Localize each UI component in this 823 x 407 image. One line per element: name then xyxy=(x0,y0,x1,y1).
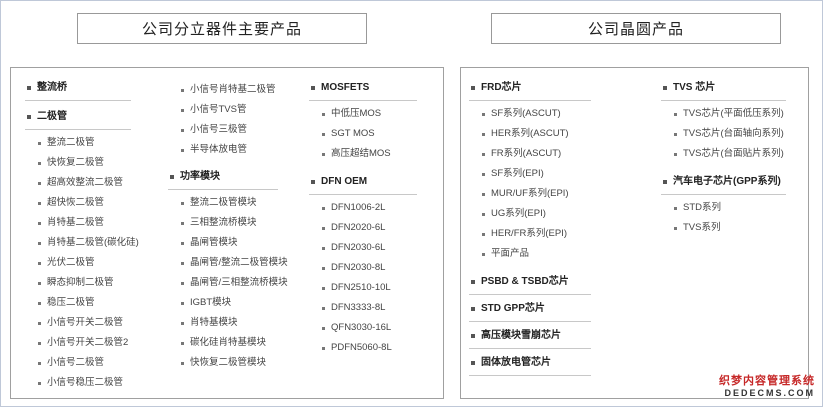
list-item[interactable]: 整流二极管模块 xyxy=(168,193,308,213)
heading-tss-chip[interactable]: 固体放电管芯片 xyxy=(469,355,659,376)
automotive-chip-list: STD系列 TVS系列 xyxy=(661,198,807,238)
list-item[interactable]: 快恢复二极管模块 xyxy=(168,353,308,373)
list-item[interactable]: 小信号开关二极管 xyxy=(25,313,175,333)
left-col-1: 整流桥 二极管 整流二极管 快恢复二极管 超高效整流二极管 超快恢二极管 肖特基二极管肖… xyxy=(25,80,175,393)
heading-dfn-oem[interactable]: DFN OEM xyxy=(309,174,439,195)
list-item[interactable]: HER/FR系列(EPI) xyxy=(469,224,659,244)
watermark: 织梦内容管理系统 DEDECMS.COM xyxy=(719,375,815,399)
heading-power-module[interactable]: 功率模块 xyxy=(168,169,308,190)
list-item[interactable]: DFN2020-6L xyxy=(309,218,439,238)
heading-psbd-tsbd-chip[interactable]: PSBD & TSBD芯片 xyxy=(469,274,659,295)
list-item[interactable]: SF系列(ASCUT) xyxy=(469,104,659,124)
power-module-list: 整流二极管模块 三相整流桥模块 晶闸管模块 晶闸管/整流二极管模块 晶闸管/三相整流桥模… xyxy=(168,193,308,373)
discrete-devices-panel: 整流桥 二极管 整流二极管 快恢复二极管 超高效整流二极管 超快恢二极管 肖特基二极管肖… xyxy=(10,67,444,399)
list-item[interactable]: 肖特基二极管(碳化硅) xyxy=(25,233,175,253)
watermark-title: 织梦内容管理系统 xyxy=(719,375,815,387)
list-item[interactable]: 小信号稳压二极管 xyxy=(25,373,175,393)
list-item[interactable]: 中低压MOS xyxy=(309,104,439,124)
list-item[interactable]: 小信号肖特基二极管 xyxy=(168,80,308,100)
left-col-3: MOSFETS 中低压MOS SGT MOS 高压超结MOS DFN OEM DFN… xyxy=(309,80,439,358)
wafer-products-panel: FRD芯片 SF系列(ASCUT) HER系列(ASCUT) FR系列(ASCUT)… xyxy=(460,67,809,399)
list-item[interactable]: DFN2030-8L xyxy=(309,258,439,278)
list-item[interactable]: 小信号三极管 xyxy=(168,120,308,140)
list-item[interactable]: 晶闸管/三相整流桥模块 xyxy=(168,273,308,293)
list-item[interactable]: 小信号TVS管 xyxy=(168,100,308,120)
diode-list: 整流二极管 快恢复二极管 超高效整流二极管 超快恢二极管 肖特基二极管 肖特基二极管(碳化… xyxy=(25,133,175,393)
list-item[interactable]: 肖特基二极管 xyxy=(25,213,175,233)
list-item[interactable]: 肖特基模块 xyxy=(168,313,308,333)
list-item[interactable]: 平面产品 xyxy=(469,244,659,264)
heading-hv-module-chip[interactable]: 高压模块雪崩芯片 xyxy=(469,328,659,349)
heading-rectifier-bridge[interactable]: 整流桥 xyxy=(25,80,175,101)
list-item[interactable]: 瞬态抑制二极管 xyxy=(25,273,175,293)
list-item[interactable]: IGBT模块 xyxy=(168,293,308,313)
list-item[interactable]: MUR/UF系列(EPI) xyxy=(469,184,659,204)
list-item[interactable]: 晶闸管模块 xyxy=(168,233,308,253)
heading-automotive-chip[interactable]: 汽车电子芯片(GPP系列) xyxy=(661,174,807,195)
list-item[interactable]: QFN3030-16L xyxy=(309,318,439,338)
heading-mosfets[interactable]: MOSFETS xyxy=(309,80,439,101)
wafer-products-header: 公司晶圆产品 xyxy=(491,13,781,44)
list-item[interactable]: TVS系列 xyxy=(661,218,807,238)
frd-chip-list: SF系列(ASCUT) HER系列(ASCUT) FR系列(ASCUT) SF系列(E… xyxy=(469,104,659,264)
heading-diode[interactable]: 二极管 xyxy=(25,109,175,130)
small-signal-list: 小信号肖特基二极管 小信号TVS管 小信号三极管 半导体放电管 xyxy=(168,80,308,160)
list-item[interactable]: 整流二极管 xyxy=(25,133,175,153)
list-item[interactable]: HER系列(ASCUT) xyxy=(469,124,659,144)
list-item[interactable]: 碳化硅肖特基模块 xyxy=(168,333,308,353)
right-col-2: TVS 芯片 TVS芯片(平面低压系列) TVS芯片(台面轴向系列) TVS芯片(台… xyxy=(661,80,807,238)
list-item[interactable]: 晶闸管/整流二极管模块 xyxy=(168,253,308,273)
heading-frd-chip[interactable]: FRD芯片 xyxy=(469,80,659,101)
list-item[interactable]: UG系列(EPI) xyxy=(469,204,659,224)
list-item[interactable]: 超高效整流二极管 xyxy=(25,173,175,193)
list-item[interactable]: 光伏二极管 xyxy=(25,253,175,273)
list-item[interactable]: 小信号二极管 xyxy=(25,353,175,373)
list-item[interactable]: 三相整流桥模块 xyxy=(168,213,308,233)
list-item[interactable]: FR系列(ASCUT) xyxy=(469,144,659,164)
list-item[interactable]: 快恢复二极管 xyxy=(25,153,175,173)
left-col-2: 小信号肖特基二极管 小信号TVS管 小信号三极管 半导体放电管 功率模块 整流二极管模… xyxy=(168,80,308,373)
right-col-1: FRD芯片 SF系列(ASCUT) HER系列(ASCUT) FR系列(ASCUT)… xyxy=(469,80,659,376)
list-item[interactable]: PDFN5060-8L xyxy=(309,338,439,358)
watermark-url: DEDECMS.COM xyxy=(724,388,815,398)
list-item[interactable]: DFN2030-6L xyxy=(309,238,439,258)
dfn-list: DFN1006-2L DFN2020-6L DFN2030-6L DFN2030-8L… xyxy=(309,198,439,358)
list-item[interactable]: TVS芯片(平面低压系列) xyxy=(661,104,807,124)
heading-tvs-chip[interactable]: TVS 芯片 xyxy=(661,80,807,101)
list-item[interactable]: 小信号开关二极管2 xyxy=(25,333,175,353)
discrete-devices-header: 公司分立器件主要产品 xyxy=(77,13,367,44)
list-item[interactable]: 高压超结MOS xyxy=(309,144,439,164)
list-item[interactable]: 超快恢二极管 xyxy=(25,193,175,213)
list-item[interactable]: DFN1006-2L xyxy=(309,198,439,218)
list-item[interactable]: TVS芯片(台面贴片系列) xyxy=(661,144,807,164)
list-item[interactable]: TVS芯片(台面轴向系列) xyxy=(661,124,807,144)
tvs-chip-list: TVS芯片(平面低压系列) TVS芯片(台面轴向系列) TVS芯片(台面贴片系列) xyxy=(661,104,807,164)
list-item[interactable]: 稳压二极管 xyxy=(25,293,175,313)
mosfet-list: 中低压MOS SGT MOS 高压超结MOS xyxy=(309,104,439,164)
list-item[interactable]: DFN2510-10L xyxy=(309,278,439,298)
list-item[interactable]: 半导体放电管 xyxy=(168,140,308,160)
list-item[interactable]: DFN3333-8L xyxy=(309,298,439,318)
list-item[interactable]: SGT MOS xyxy=(309,124,439,144)
list-item[interactable]: STD系列 xyxy=(661,198,807,218)
heading-std-gpp-chip[interactable]: STD GPP芯片 xyxy=(469,301,659,322)
list-item[interactable]: SF系列(EPI) xyxy=(469,164,659,184)
